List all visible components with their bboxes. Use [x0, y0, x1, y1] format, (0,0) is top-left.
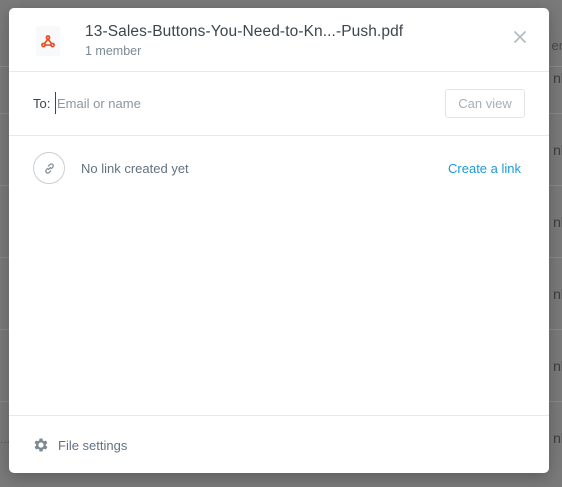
- permission-dropdown-button[interactable]: Can view: [445, 89, 525, 118]
- background-row-text: nl: [553, 430, 562, 446]
- pdf-icon: [36, 26, 60, 56]
- to-label: To:: [33, 96, 51, 111]
- share-row: To: Can view: [9, 72, 549, 136]
- modal-header: 13-Sales-Buttons-You-Need-to-Kn...-Push.…: [9, 8, 549, 72]
- close-button[interactable]: [513, 30, 527, 44]
- close-icon: [514, 31, 526, 43]
- share-modal: 13-Sales-Buttons-You-Need-to-Kn...-Push.…: [9, 8, 549, 473]
- background-row-text: nl: [553, 358, 562, 374]
- modal-footer: File settings: [9, 415, 549, 473]
- background-column-header: en: [551, 38, 562, 53]
- link-status-text: No link created yet: [81, 161, 189, 176]
- member-count: 1 member: [85, 44, 142, 58]
- create-link-button[interactable]: Create a link: [448, 161, 521, 176]
- link-row: No link created yet Create a link: [9, 136, 549, 200]
- link-icon: [33, 152, 65, 184]
- background-row-text: nl: [553, 142, 562, 158]
- file-settings-label: File settings: [58, 437, 128, 453]
- file-settings-button[interactable]: File settings: [32, 435, 127, 455]
- background-row-text: nl: [553, 214, 562, 230]
- background-row-text: nl: [553, 286, 562, 302]
- background-row-text: nl: [553, 70, 562, 86]
- file-title: 13-Sales-Buttons-You-Need-to-Kn...-Push.…: [85, 23, 404, 40]
- email-or-name-input[interactable]: [55, 92, 425, 114]
- gear-icon: [34, 438, 48, 452]
